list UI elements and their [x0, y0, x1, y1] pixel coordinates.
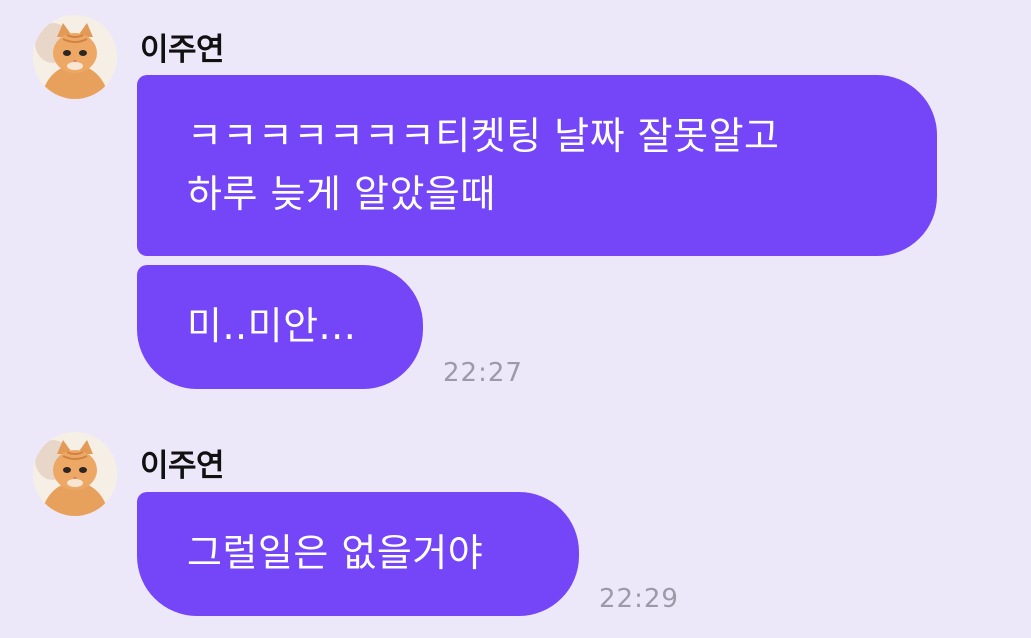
message-line: 미..미안... [187, 304, 357, 348]
sender-name: 이주연 [140, 32, 225, 68]
message-timestamp: 22:27 [443, 358, 523, 388]
message-timestamp: 22:29 [599, 584, 679, 614]
sender-avatar-icon[interactable] [33, 15, 117, 99]
message-line: 그럴일은 없을거야 [187, 531, 484, 575]
sender-avatar-icon[interactable] [33, 432, 117, 516]
message-line: ㅋㅋㅋㅋㅋㅋㅋ티켓팅 날짜 잘못알고 [187, 114, 780, 158]
message-bubble[interactable]: ㅋㅋㅋㅋㅋㅋㅋ티켓팅 날짜 잘못알고 하루 늦게 알았을때 [137, 75, 937, 256]
message-bubble[interactable]: 그럴일은 없을거야 [137, 492, 579, 616]
message-bubble[interactable]: 미..미안... [137, 265, 423, 389]
message-line: 하루 늦게 알았을때 [187, 172, 496, 216]
sender-name: 이주연 [140, 448, 225, 484]
